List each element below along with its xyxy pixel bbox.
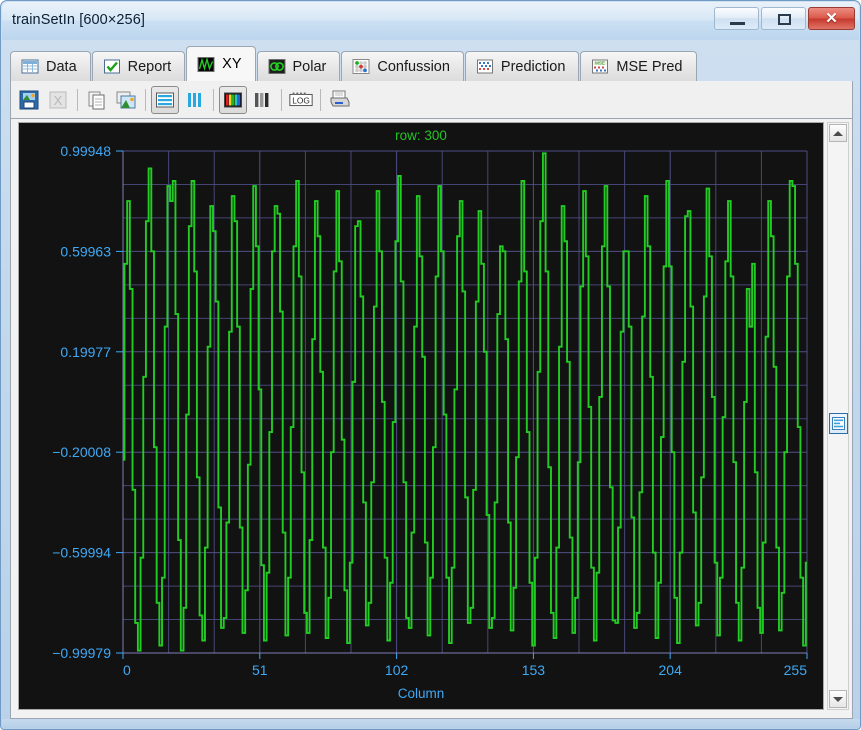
svg-text:153: 153 (522, 662, 546, 678)
toolbar-separator (320, 88, 321, 111)
printer-icon (330, 90, 350, 106)
toolbar-separator (145, 88, 146, 111)
tab-confussion[interactable]: Confussion (341, 51, 464, 81)
horizontal-lines-button[interactable] (151, 85, 179, 114)
tab-data-label: Data (46, 58, 77, 75)
tab-polar[interactable]: Polar (256, 51, 341, 81)
tab-xy[interactable]: XY (186, 46, 256, 81)
prediction-grid-icon (476, 59, 493, 74)
mse-grid-icon: MSE (592, 59, 609, 74)
tab-mse-pred[interactable]: MSE MSE Pred (580, 51, 697, 81)
chart-frame: row: 300 0 51 102 153 204 255 0.99948 0.59963 0.… (18, 122, 824, 710)
confusion-dots-icon (352, 59, 370, 74)
save-image-button[interactable] (15, 86, 43, 114)
x-axis-label: Column (397, 686, 445, 701)
gray-bars-button[interactable] (248, 86, 276, 114)
log-icon: LOG (289, 92, 313, 106)
toolbar-separator (213, 88, 214, 111)
plot-panel: row: 300 0 51 102 153 204 255 0.99948 0.59963 0.… (10, 119, 853, 719)
chevron-down-icon (833, 696, 843, 702)
waveform-icon (197, 56, 215, 72)
svg-text:0.19977: 0.19977 (60, 344, 111, 360)
save-image-icon (19, 90, 39, 109)
chevron-up-icon (833, 130, 843, 136)
scroll-down-button[interactable] (829, 690, 847, 708)
tab-polar-label: Polar (292, 58, 327, 75)
svg-text:204: 204 (659, 662, 683, 678)
chart-toolbar: X LOG (10, 81, 853, 119)
status-strip (2, 719, 860, 728)
window-controls: ✕ (714, 7, 855, 30)
svg-text:51: 51 (252, 662, 268, 678)
close-button[interactable]: ✕ (808, 7, 855, 30)
svg-text:−0.99979: −0.99979 (52, 645, 111, 661)
svg-text:0.59963: 0.59963 (60, 243, 111, 259)
svg-text:−0.59994: −0.59994 (52, 545, 111, 561)
svg-text:LOG: LOG (292, 95, 310, 105)
svg-text:102: 102 (385, 662, 409, 678)
minimize-button[interactable] (714, 7, 759, 30)
polar-circles-icon (268, 59, 286, 74)
svg-text:−0.20008: −0.20008 (52, 444, 111, 460)
toolbar-separator (77, 88, 78, 111)
title-bar: trainSetIn [600×256] ✕ (1, 1, 860, 41)
svg-text:0.99948: 0.99948 (60, 143, 111, 159)
svg-text:0: 0 (123, 662, 131, 678)
window-title: trainSetIn [600×256] (12, 12, 146, 28)
gray-bars-icon (255, 92, 269, 107)
tab-report[interactable]: Report (91, 51, 186, 81)
rows-icon (832, 417, 845, 430)
vertical-scrollbar[interactable] (827, 122, 849, 710)
maximize-icon (778, 14, 791, 25)
app-window: trainSetIn [600×256] ✕ Data Report XY Po… (0, 0, 861, 730)
xy-line-chart[interactable]: 0 51 102 153 204 255 0.99948 0.59963 0.19977 −0.2… (19, 123, 824, 710)
tab-data[interactable]: Data (10, 51, 91, 81)
tab-confussion-label: Confussion (377, 58, 450, 75)
tab-mse-pred-label: MSE Pred (616, 58, 683, 75)
copy-image-icon (116, 91, 136, 108)
tab-prediction-label: Prediction (500, 58, 566, 75)
maximize-button[interactable] (761, 7, 806, 30)
tab-prediction[interactable]: Prediction (464, 51, 580, 81)
vertical-lines-button[interactable] (180, 86, 208, 114)
toolbar-separator (281, 88, 282, 111)
svg-text:255: 255 (784, 662, 808, 678)
color-bars-icon (224, 92, 242, 107)
minimize-icon (730, 22, 745, 25)
print-button[interactable] (326, 86, 354, 114)
color-bars-button[interactable] (219, 85, 247, 114)
copy-pages-icon (88, 91, 105, 109)
scrollbar-thumb[interactable] (829, 413, 848, 434)
svg-text:MSE: MSE (595, 61, 605, 66)
excel-icon: X (49, 91, 67, 108)
tab-xy-label: XY (222, 56, 242, 72)
copy-button[interactable] (83, 86, 111, 114)
vertical-lines-icon (188, 92, 201, 107)
copy-image-button[interactable] (112, 86, 140, 114)
table-grid-icon (21, 59, 39, 74)
tab-report-label: Report (127, 58, 172, 75)
close-icon: ✕ (825, 10, 838, 27)
log-scale-button[interactable]: LOG (287, 86, 315, 114)
export-excel-button[interactable]: X (44, 86, 72, 114)
scroll-up-button[interactable] (829, 124, 847, 142)
tab-bar: Data Report XY Polar Confussion Predicti… (10, 46, 853, 81)
svg-text:X: X (54, 93, 63, 108)
checkmark-icon (103, 59, 120, 74)
horizontal-lines-icon (156, 92, 174, 107)
